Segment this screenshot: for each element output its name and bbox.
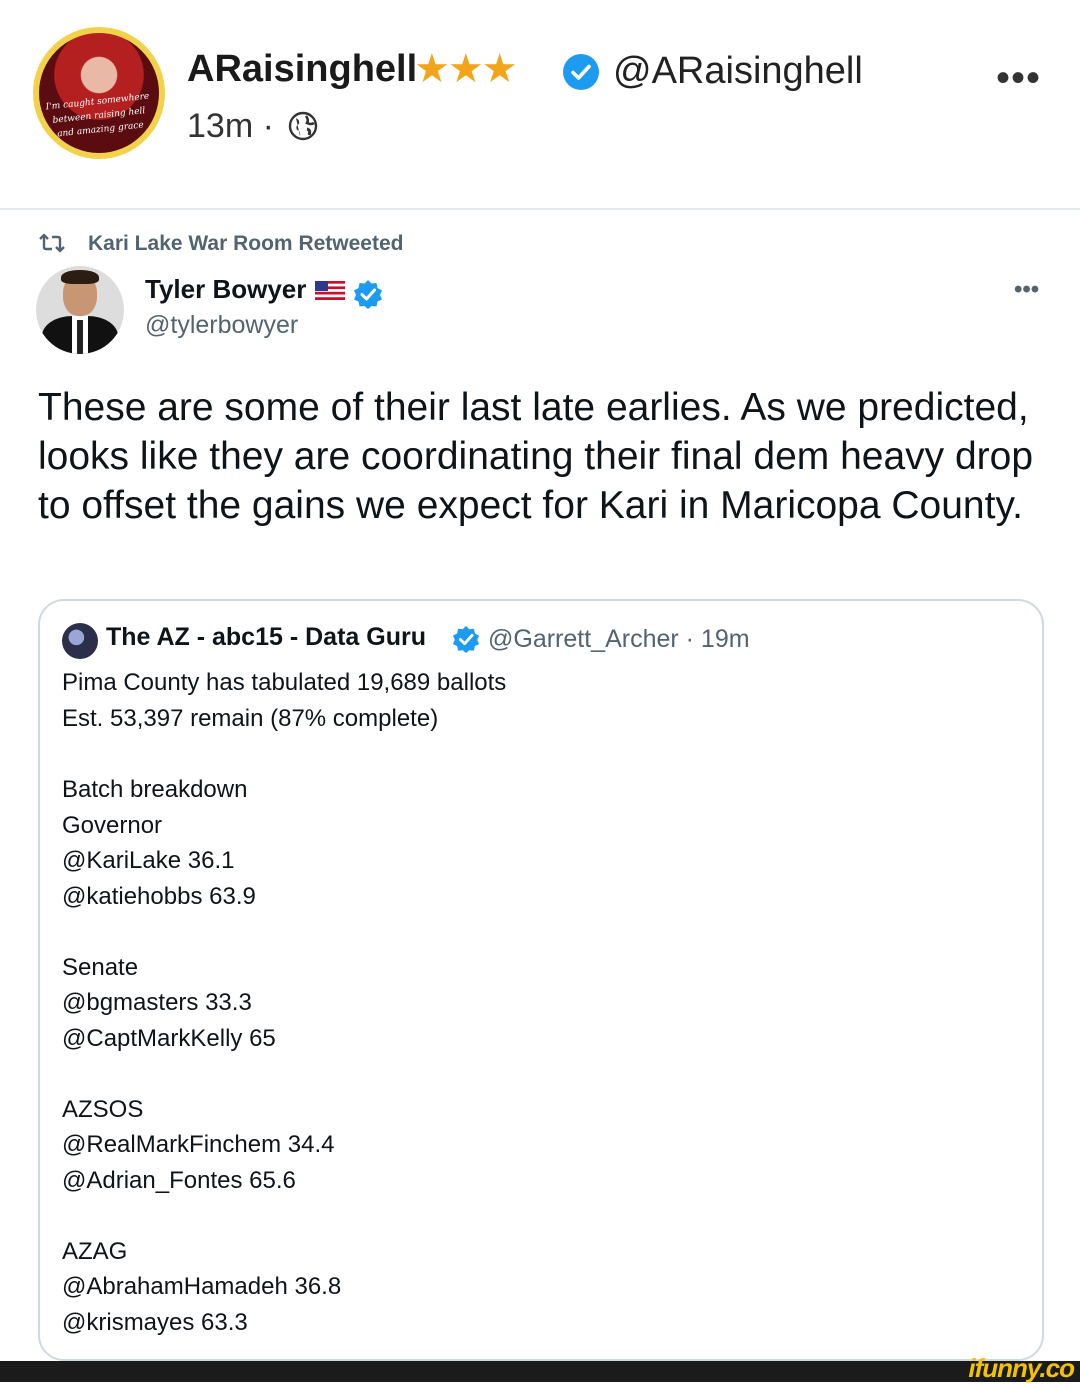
quote-line: Est. 53,397 remain (87% complete)	[62, 705, 439, 732]
tweet-author-name[interactable]: Tyler Bowyer	[145, 274, 306, 305]
quote-line: AZAG	[62, 1238, 128, 1265]
quote-line: @katiehobbs 63.9	[62, 883, 256, 910]
author-handle[interactable]: @ARaisinghell	[613, 50, 863, 93]
quote-line: @krismayes 63.3	[62, 1309, 248, 1336]
quoted-tweet-card[interactable]: The AZ - abc15 - Data Guru @Garrett_Arch…	[38, 599, 1044, 1361]
quoted-author-avatar	[62, 623, 98, 659]
avatar-script-text: I'm caught somewhere between raising hel…	[45, 91, 150, 140]
verified-icon	[452, 625, 480, 653]
quote-line: @CaptMarkKelly 65	[62, 1025, 276, 1052]
verified-icon	[354, 280, 382, 309]
quote-line: Senate	[62, 954, 139, 981]
quote-line: Pima County has tabulated 19,689 ballots	[62, 669, 507, 696]
tweet-author-avatar[interactable]	[36, 266, 124, 354]
verified-icon	[563, 54, 599, 90]
retweet-icon	[38, 232, 66, 259]
quote-line: @Adrian_Fontes 65.6	[62, 1167, 296, 1194]
quoted-author-name: The AZ - abc15 - Data Guru	[106, 623, 426, 651]
quote-line: @KariLake 36.1	[62, 847, 235, 874]
tweet-author-handle[interactable]: @tylerbowyer	[145, 311, 298, 340]
quote-line: AZSOS	[62, 1096, 144, 1123]
quote-line: @AbrahamHamadeh 36.8	[62, 1273, 342, 1300]
author-name[interactable]: ARaisinghell	[187, 48, 417, 91]
post-time: 13m ·	[187, 107, 274, 145]
more-options-icon[interactable]: •••	[996, 56, 1041, 101]
retweeted-by-label[interactable]: Kari Lake War Room Retweeted	[88, 232, 403, 256]
watermark-bar: ifunny.co	[0, 1353, 1080, 1383]
avatar-image: I'm caught somewhere between raising hel…	[39, 33, 159, 153]
tweet-body: These are some of their last late earlie…	[38, 386, 1034, 527]
quoted-author-handle: @Garrett_Archer · 19m	[488, 625, 750, 653]
ifunny-watermark: ifunny.co	[968, 1353, 1075, 1383]
quote-line: Governor	[62, 812, 163, 839]
stars-badge: ★★★	[414, 47, 518, 91]
quote-line: @bgmasters 33.3	[62, 989, 252, 1016]
quote-line: Batch breakdown	[62, 776, 248, 803]
post-header: I'm caught somewhere between raising hel…	[0, 0, 1080, 210]
tweet-more-icon[interactable]: •••	[1014, 276, 1039, 304]
author-avatar[interactable]: I'm caught somewhere between raising hel…	[33, 27, 165, 159]
globe-icon	[287, 110, 319, 147]
us-flag-icon	[315, 281, 345, 300]
quote-line: @RealMarkFinchem 34.4	[62, 1131, 335, 1158]
